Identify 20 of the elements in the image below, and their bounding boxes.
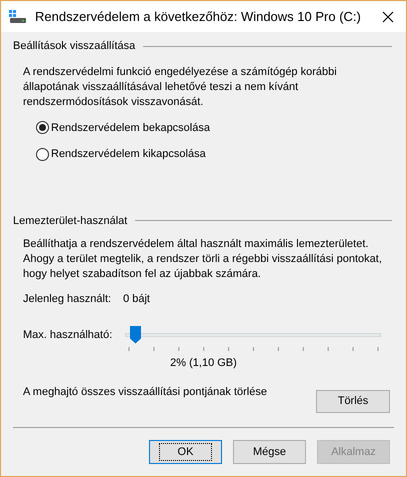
radio-button[interactable] [36, 121, 49, 134]
dialog-button[interactable]: OK [149, 440, 222, 464]
section-heading: Lemezterület-használat [13, 214, 128, 228]
delete-description: A meghajtó összes visszaállítási pontjának törlése [23, 385, 267, 400]
drive-icon [9, 10, 27, 24]
window-title: Rendszervédelem a következőhöz: Windows 10 Pro (C:) [35, 8, 362, 26]
close-icon[interactable] [382, 10, 394, 22]
delete-button[interactable]: Törlés [316, 390, 390, 413]
dialog-button[interactable]: Mégse [233, 440, 306, 464]
radio-button[interactable] [36, 148, 49, 161]
usage-value: 0 bájt [123, 292, 150, 307]
usage-reading: 2% (1,10 GB) [170, 356, 237, 370]
slider-label: Max. használható: [23, 328, 114, 342]
radio-option[interactable]: Rendszervédelem bekapcsolása [36, 120, 210, 136]
usage-label: Jelenleg használt: [23, 292, 112, 307]
radio-option[interactable]: Rendszervédelem kikapcsolása [36, 146, 206, 162]
description-text: A rendszervédelmi funkció engedélyezése a számítógép korábbi állapotának visszaállításával lehetővé teszi a nem kívánt rendszermódosítások visszavonását. [22, 64, 338, 110]
slider-thumb[interactable] [130, 326, 141, 344]
section-heading: Beállítások visszaállítása [13, 39, 136, 54]
description-text: Beállíthatja a rendszervédelem által használt maximális lemezterületet. Ahogy a terület megtelik, a rendszer törli a régebbi visszaállítási pontokat, hogy helyet szabadítson fel az újabbak számára. [22, 237, 383, 282]
